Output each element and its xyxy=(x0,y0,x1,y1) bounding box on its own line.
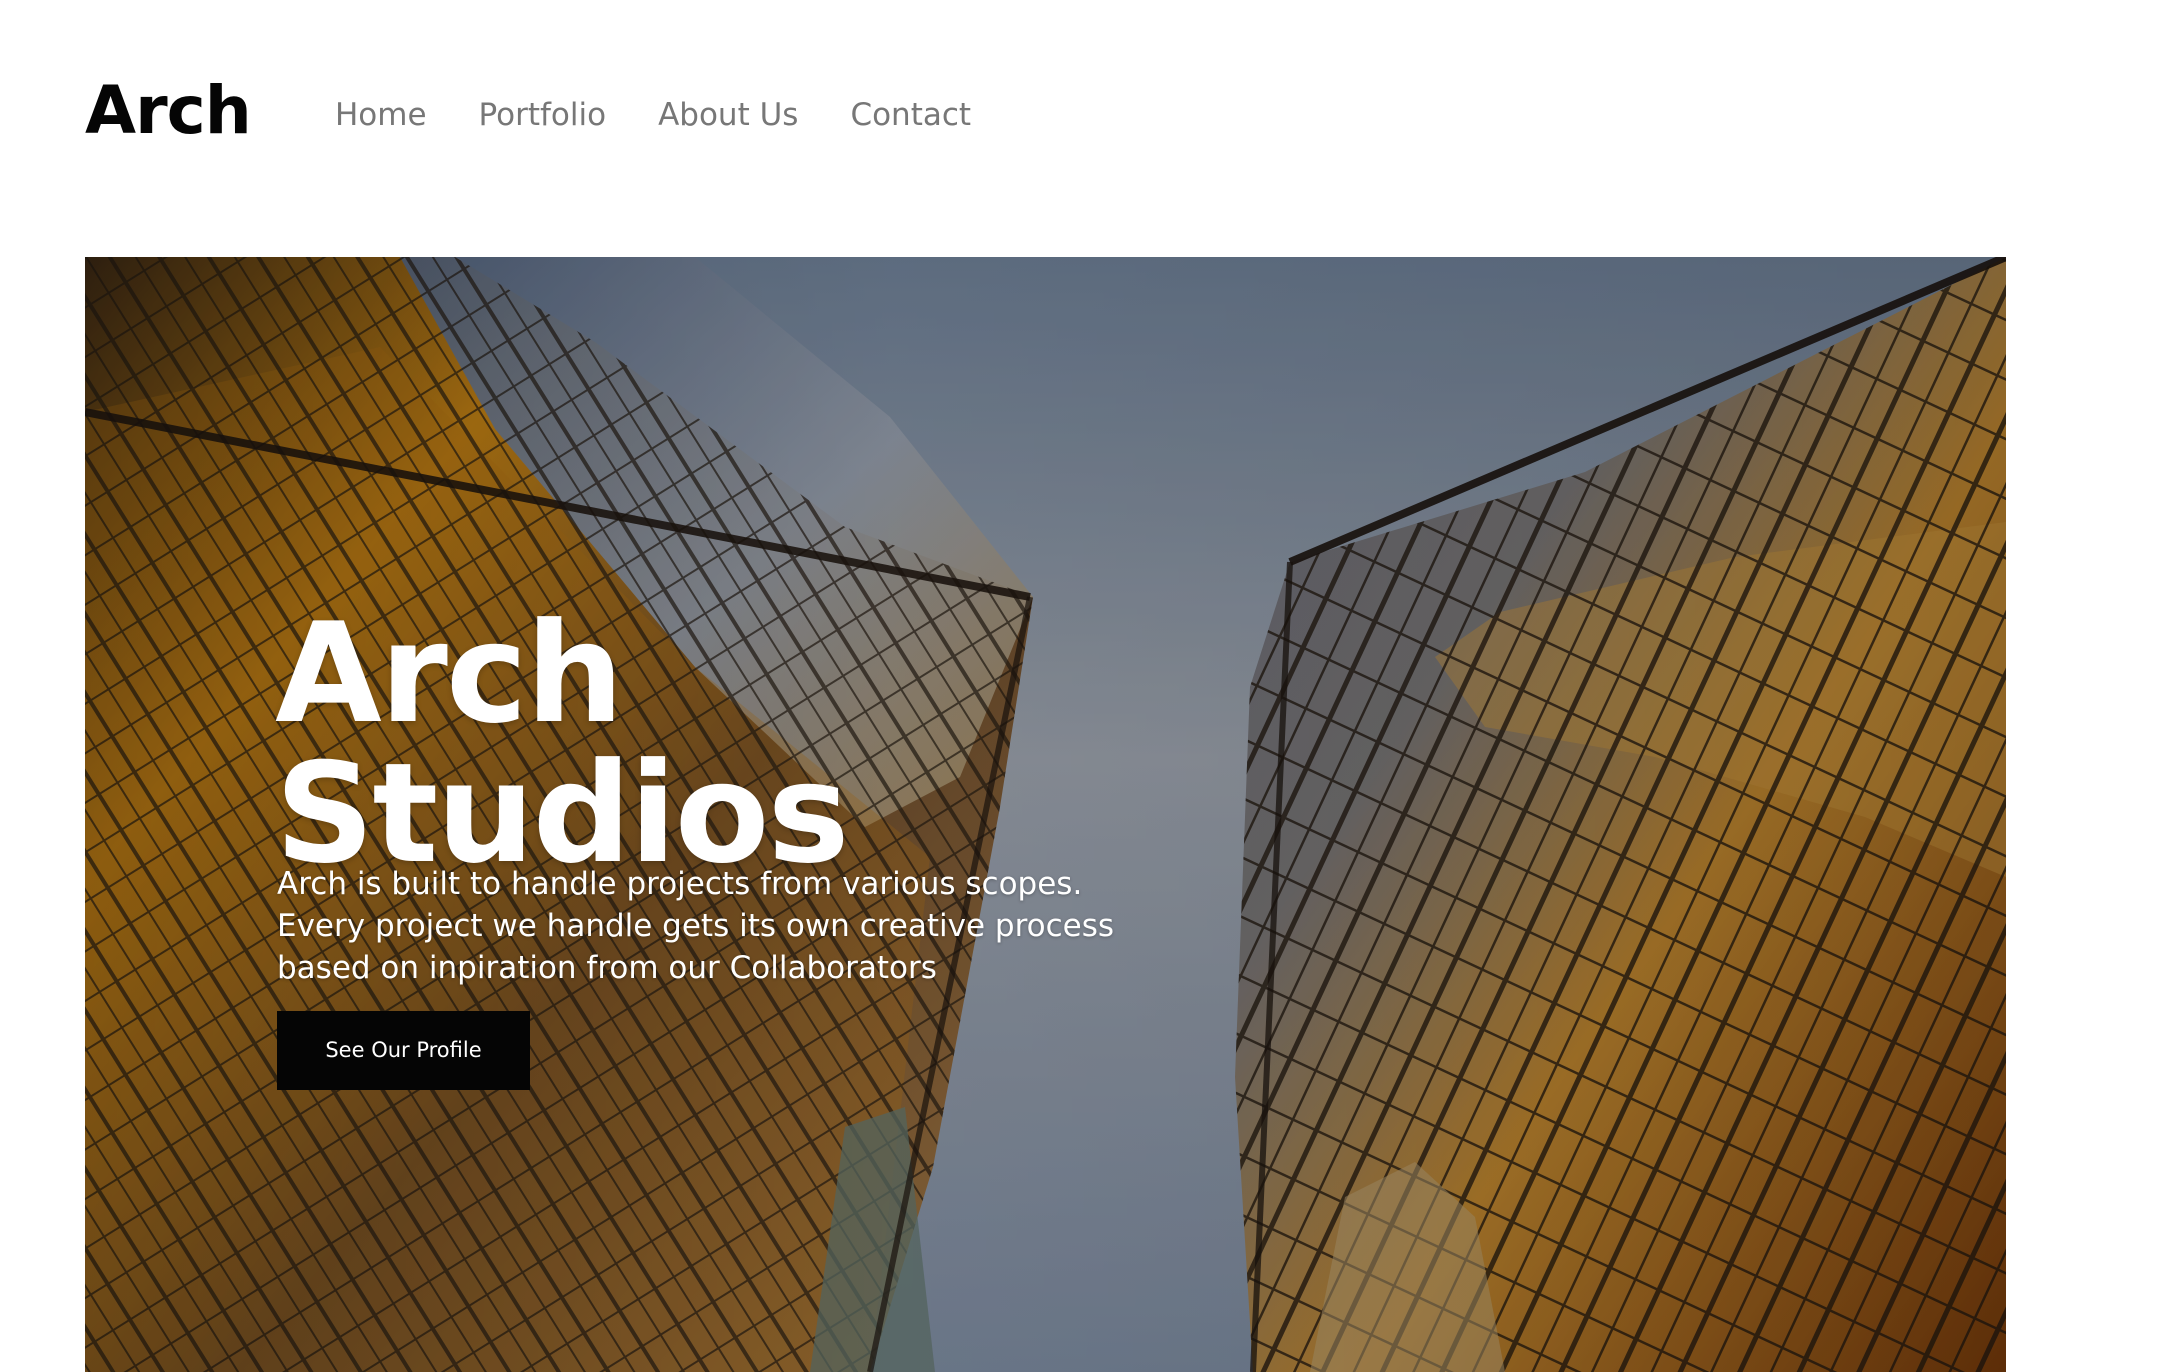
hero-description-line-3: based on inpiration from our Collaborato… xyxy=(277,950,937,986)
see-our-profile-button[interactable]: See Our Profile xyxy=(277,1011,530,1090)
hero-title-line-arch: Arch xyxy=(275,593,624,755)
hero-description-line-1: Arch is built to handle projects from va… xyxy=(277,866,1083,902)
site-header: Arch Home Portfolio About Us Contact xyxy=(0,0,2175,240)
nav-about-us-link[interactable]: About Us xyxy=(658,96,798,134)
hero-description: Arch is built to handle projects from va… xyxy=(277,863,1115,989)
hero-section: Arch Studios Arch is built to handle pro… xyxy=(85,257,2006,1372)
logo[interactable]: Arch xyxy=(85,72,252,149)
main-navigation: Home Portfolio About Us Contact xyxy=(335,96,971,134)
hero-description-line-2: Every project we handle gets its own cre… xyxy=(277,908,1115,944)
nav-home-link[interactable]: Home xyxy=(335,96,427,134)
nav-contact-link[interactable]: Contact xyxy=(850,96,971,134)
landing-page: Arch Home Portfolio About Us Contact Arc… xyxy=(0,0,2175,1372)
hero-title: Arch Studios xyxy=(275,593,850,884)
nav-portfolio-link[interactable]: Portfolio xyxy=(479,96,607,134)
